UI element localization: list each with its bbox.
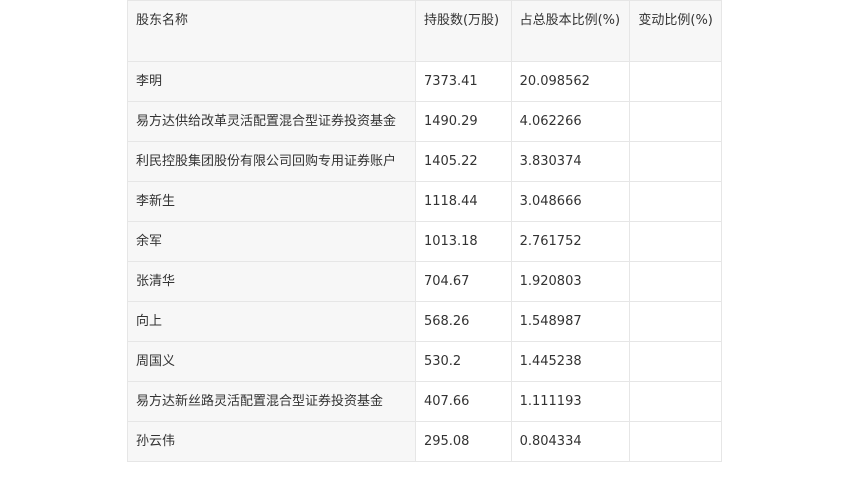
cell-shares: 704.67 bbox=[414, 261, 512, 302]
table-header-row: 股东名称 持股数(万股) 占总股本比例(%) 变动比例(%) bbox=[127, 0, 722, 62]
table-row: 易方达供给改革灵活配置混合型证券投资基金 1490.29 4.062266 bbox=[127, 101, 722, 142]
cell-shares: 1118.44 bbox=[414, 181, 512, 222]
cell-shares: 530.2 bbox=[414, 341, 512, 382]
cell-shares: 1490.29 bbox=[414, 101, 512, 142]
cell-ratio: 4.062266 bbox=[510, 101, 631, 142]
cell-change bbox=[629, 101, 722, 142]
cell-shares: 1405.22 bbox=[414, 141, 512, 182]
cell-ratio: 0.804334 bbox=[510, 421, 631, 462]
cell-name: 周国义 bbox=[127, 341, 416, 382]
cell-change bbox=[629, 261, 722, 302]
cell-ratio: 1.445238 bbox=[510, 341, 631, 382]
cell-name: 李新生 bbox=[127, 181, 416, 222]
cell-shares: 568.26 bbox=[414, 301, 512, 342]
table-row: 周国义 530.2 1.445238 bbox=[127, 341, 722, 382]
cell-shares: 7373.41 bbox=[414, 61, 512, 102]
cell-name: 易方达供给改革灵活配置混合型证券投资基金 bbox=[127, 101, 416, 142]
table-row: 利民控股集团股份有限公司回购专用证券账户 1405.22 3.830374 bbox=[127, 141, 722, 182]
cell-shares: 1013.18 bbox=[414, 221, 512, 262]
cell-name: 易方达新丝路灵活配置混合型证券投资基金 bbox=[127, 381, 416, 422]
shareholders-table: 股东名称 持股数(万股) 占总股本比例(%) 变动比例(%) 李明 7373.4… bbox=[127, 0, 722, 462]
cell-change bbox=[629, 61, 722, 102]
cell-shares: 407.66 bbox=[414, 381, 512, 422]
cell-change bbox=[629, 341, 722, 382]
cell-change bbox=[629, 421, 722, 462]
cell-name: 向上 bbox=[127, 301, 416, 342]
cell-ratio: 3.048666 bbox=[510, 181, 631, 222]
cell-name: 李明 bbox=[127, 61, 416, 102]
header-share-ratio: 占总股本比例(%) bbox=[510, 0, 631, 62]
cell-change bbox=[629, 301, 722, 342]
table-row: 余军 1013.18 2.761752 bbox=[127, 221, 722, 262]
cell-change bbox=[629, 381, 722, 422]
header-shares-held: 持股数(万股) bbox=[414, 0, 512, 62]
table-row: 李新生 1118.44 3.048666 bbox=[127, 181, 722, 222]
table-row: 易方达新丝路灵活配置混合型证券投资基金 407.66 1.111193 bbox=[127, 381, 722, 422]
cell-ratio: 1.111193 bbox=[510, 381, 631, 422]
cell-change bbox=[629, 181, 722, 222]
cell-name: 孙云伟 bbox=[127, 421, 416, 462]
cell-ratio: 20.098562 bbox=[510, 61, 631, 102]
table-row: 向上 568.26 1.548987 bbox=[127, 301, 722, 342]
header-shareholder-name: 股东名称 bbox=[127, 0, 416, 62]
cell-ratio: 2.761752 bbox=[510, 221, 631, 262]
cell-ratio: 1.548987 bbox=[510, 301, 631, 342]
cell-name: 利民控股集团股份有限公司回购专用证券账户 bbox=[127, 141, 416, 182]
table-row: 李明 7373.41 20.098562 bbox=[127, 61, 722, 102]
cell-ratio: 3.830374 bbox=[510, 141, 631, 182]
table-row: 张清华 704.67 1.920803 bbox=[127, 261, 722, 302]
cell-shares: 295.08 bbox=[414, 421, 512, 462]
table-row: 孙云伟 295.08 0.804334 bbox=[127, 421, 722, 462]
cell-ratio: 1.920803 bbox=[510, 261, 631, 302]
header-change-ratio: 变动比例(%) bbox=[629, 0, 722, 62]
cell-change bbox=[629, 141, 722, 182]
cell-name: 张清华 bbox=[127, 261, 416, 302]
cell-change bbox=[629, 221, 722, 262]
cell-name: 余军 bbox=[127, 221, 416, 262]
